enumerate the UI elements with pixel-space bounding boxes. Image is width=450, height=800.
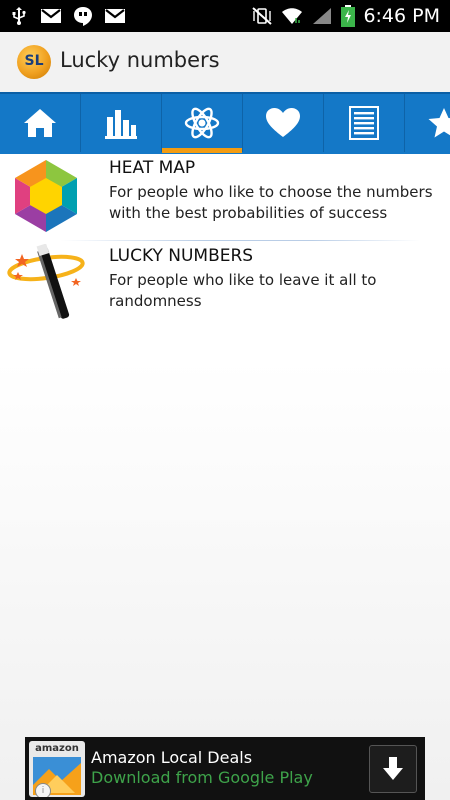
- atom-icon: [184, 107, 220, 139]
- tab-bar: [0, 92, 450, 154]
- gmail-icon: [105, 9, 125, 23]
- list-item-title: LUCKY NUMBERS: [109, 246, 254, 266]
- list-item-heat-map[interactable]: HEAT MAP For people who like to choose t…: [0, 152, 450, 241]
- document-icon: [349, 106, 379, 140]
- list-item-title: HEAT MAP: [109, 158, 196, 178]
- tab-favorites[interactable]: [243, 94, 324, 152]
- ad-download-button[interactable]: [369, 745, 417, 793]
- download-arrow-icon: [383, 757, 403, 780]
- heart-icon: [266, 108, 300, 137]
- magic-wand-icon: [7, 244, 85, 319]
- gmail-icon: [41, 9, 61, 23]
- app-logo[interactable]: SL: [17, 45, 51, 79]
- tab-home[interactable]: [0, 94, 81, 152]
- ad-title: Amazon Local Deals: [91, 748, 253, 767]
- page-title: Lucky numbers: [60, 48, 220, 72]
- wifi-icon: [282, 8, 303, 24]
- heat-map-hexagon-icon: [15, 160, 77, 232]
- usb-icon: [12, 7, 26, 25]
- ad-subtitle: Download from Google Play: [91, 768, 313, 787]
- tab-results[interactable]: [324, 94, 405, 152]
- vibrate-mute-icon: [252, 7, 273, 25]
- list-item-lucky-numbers[interactable]: LUCKY NUMBERS For people who like to lea…: [0, 240, 450, 328]
- app-logo-text: SL: [24, 53, 44, 69]
- tab-rate[interactable]: [405, 94, 450, 152]
- list-item-description: For people who like to leave it all to r…: [109, 271, 377, 310]
- list-item-description: For people who like to choose the number…: [109, 183, 433, 222]
- tab-statistics[interactable]: [81, 94, 162, 152]
- menu-list: HEAT MAP For people who like to choose t…: [0, 152, 450, 328]
- hangouts-icon: [74, 7, 92, 26]
- ad-banner[interactable]: amazon i Amazon Local Deals Download fro…: [25, 737, 425, 800]
- amazon-local-logo: amazon i: [29, 741, 85, 797]
- clock: 6:46 PM: [363, 5, 440, 27]
- status-bar: 6:46 PM: [0, 0, 450, 32]
- bar-chart-icon: [105, 110, 137, 139]
- ad-info-icon[interactable]: i: [35, 783, 51, 797]
- battery-icon: [341, 5, 356, 27]
- signal-icon: [313, 8, 332, 24]
- tab-lucky-numbers[interactable]: [162, 94, 243, 152]
- action-bar: SL Lucky numbers: [0, 32, 450, 93]
- amazon-logo-text: amazon: [35, 743, 79, 754]
- star-icon: [428, 108, 450, 138]
- home-icon: [24, 109, 56, 137]
